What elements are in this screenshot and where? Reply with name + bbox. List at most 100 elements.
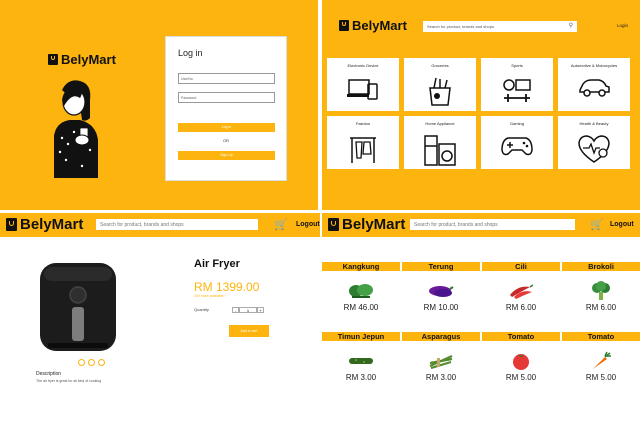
search-input[interactable]: Search for product, brands and shops	[96, 219, 258, 230]
brand-logo[interactable]: BelyMart	[6, 216, 83, 233]
category-card-fashion[interactable]: Fashion	[327, 116, 399, 169]
image-carousel-dots	[78, 359, 105, 366]
product-price: RM 6.00	[585, 303, 617, 312]
cart-icon[interactable]: 🛒	[274, 218, 288, 231]
login-card: Log in UserNo Password Log in OR Sign Up	[165, 36, 287, 181]
broccoli-icon	[592, 281, 610, 300]
product-name: Tomato	[562, 332, 640, 341]
product-card[interactable]: Timun Jepun RM 3.00	[322, 332, 400, 386]
logout-button[interactable]: Logout	[610, 221, 634, 228]
product-name: Terung	[402, 262, 480, 271]
increment-button[interactable]: +	[257, 307, 264, 313]
category-label: Automotive & Motorcycles	[570, 63, 618, 68]
header-bar: BelyMart Search for product, brands and …	[322, 213, 640, 237]
category-card-electronic-device[interactable]: Electronic Device	[327, 58, 399, 111]
product-card[interactable]: Brokoli RM 6.00	[562, 262, 640, 316]
logout-button[interactable]: Logout	[296, 221, 320, 228]
login-title: Log in	[178, 48, 203, 58]
product-grid: Kangkung RM 46.00 Terung RM 10.00 Cili R…	[322, 262, 640, 386]
description-text: The air fryer is great for all kind of c…	[36, 379, 102, 383]
category-label: Groceries	[431, 63, 449, 68]
category-label: Home Appliance	[425, 121, 455, 126]
tomato-icon	[513, 354, 529, 370]
car-icon	[579, 79, 610, 97]
search-icon[interactable]: ⚲	[569, 22, 573, 29]
product-name: Kangkung	[322, 262, 400, 271]
category-card-gaming[interactable]: Gaming	[481, 116, 553, 169]
product-name: Timun Jepun	[322, 332, 400, 341]
shopping-bag-icon	[6, 218, 17, 231]
brand-name: BelyMart	[61, 52, 116, 67]
category-label: Sports	[511, 63, 523, 68]
brand-name: BelyMart	[342, 216, 406, 233]
shopping-bag-icon	[48, 54, 58, 65]
category-card-sports[interactable]: Sports	[481, 58, 553, 111]
woman-with-phone-illustration	[54, 80, 98, 178]
cucumber-icon	[349, 358, 373, 364]
grocery-screen: BelyMart Search for product, brands and …	[322, 213, 640, 426]
devices-icon	[347, 79, 378, 100]
carousel-dot[interactable]	[98, 359, 105, 366]
product-card[interactable]: Cili RM 6.00	[482, 262, 560, 316]
decrement-button[interactable]: -	[232, 307, 239, 313]
product-card[interactable]: Terung RM 10.00	[402, 262, 480, 316]
product-title: Air Fryer	[194, 258, 240, 270]
search-input[interactable]: Search for product, brands and shops	[410, 219, 575, 230]
login-screen: BelyMart Log in UserNo Password Log in O…	[0, 0, 318, 210]
description-heading: Description	[36, 371, 62, 377]
product-name: Brokoli	[562, 262, 640, 271]
heart-health-icon	[578, 135, 610, 163]
air-fryer-image	[40, 263, 116, 351]
search-input[interactable]: Search for product, brands and shops ⚲	[423, 21, 577, 32]
category-card-health-beauty[interactable]: Health & Beauty	[558, 116, 630, 169]
product-screen: BelyMart Search for product, brands and …	[0, 213, 320, 426]
eggplant-icon	[429, 286, 454, 297]
category-card-home-appliance[interactable]: Home Appliance	[404, 116, 476, 169]
shopping-bag-icon	[339, 20, 349, 31]
asparagus-icon	[429, 354, 453, 369]
appliance-icon	[424, 135, 456, 166]
product-price: RM 3.00	[345, 373, 377, 382]
product-card[interactable]: Asparagus RM 3.00	[402, 332, 480, 386]
brand-logo[interactable]: BelyMart	[339, 18, 407, 33]
quantity-label: Quantity	[194, 307, 209, 312]
grocery-bag-icon	[429, 77, 451, 106]
username-field[interactable]: UserNo	[178, 73, 275, 84]
category-label: Gaming	[509, 121, 524, 126]
product-card[interactable]: Tomato RM 5.00	[562, 332, 640, 386]
carousel-dot[interactable]	[78, 359, 85, 366]
product-card[interactable]: Tomato RM 5.00	[482, 332, 560, 386]
header-bar: BelyMart Search for product, brands and …	[0, 213, 320, 237]
product-card[interactable]: Kangkung RM 46.00	[322, 262, 400, 316]
quantity-input[interactable]: 1	[239, 307, 257, 313]
signup-button[interactable]: Sign Up	[178, 151, 275, 160]
sports-icon	[503, 79, 531, 102]
product-price: RM 5.00	[505, 373, 537, 382]
product-price: RM 5.00	[585, 373, 617, 382]
product-price: RM 10.00	[423, 303, 459, 312]
product-price: RM 3.00	[425, 373, 457, 382]
password-field[interactable]: Password	[178, 92, 275, 103]
login-button[interactable]: Log in	[178, 123, 275, 132]
product-name: Cili	[482, 262, 560, 271]
leafy-greens-icon	[349, 284, 373, 298]
category-grid: Electronic Device Groceries Sports Autom…	[327, 58, 635, 169]
or-divider: OR	[223, 138, 229, 143]
carrot-icon	[593, 351, 611, 369]
product-price: RM 6.00	[505, 303, 537, 312]
brand-logo[interactable]: BelyMart	[48, 52, 116, 67]
category-card-groceries[interactable]: Groceries	[404, 58, 476, 111]
clothes-rack-icon	[350, 137, 376, 163]
login-link[interactable]: Login	[617, 23, 628, 28]
product-price: RM 46.00	[343, 303, 379, 312]
brand-name: BelyMart	[20, 216, 84, 233]
brand-logo[interactable]: BelyMart	[328, 216, 405, 233]
brand-name: BelyMart	[352, 18, 407, 33]
cart-icon[interactable]: 🛒	[590, 218, 604, 231]
category-screen: BelyMart Search for product, brands and …	[322, 0, 640, 210]
stock-text: 200 more available !	[194, 294, 226, 298]
chili-icon	[510, 284, 534, 299]
add-to-cart-button[interactable]: Add to cart	[229, 325, 269, 337]
category-card-automotive-motorcycles[interactable]: Automotive & Motorcycles	[558, 58, 630, 111]
carousel-dot[interactable]	[88, 359, 95, 366]
